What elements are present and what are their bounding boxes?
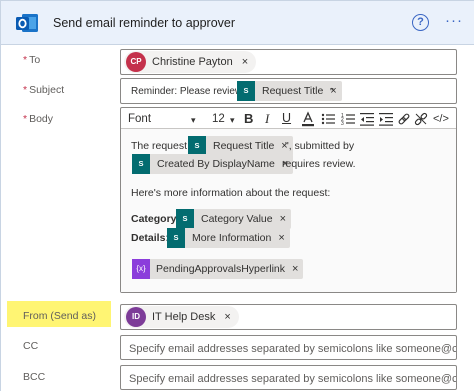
outlook-icon <box>16 14 38 32</box>
sharepoint-icon: S <box>188 136 206 156</box>
token-label: Request Title <box>262 85 324 97</box>
sender-name: IT Help Desk <box>152 311 216 323</box>
bold-button[interactable]: B <box>244 111 253 126</box>
required-mark: * <box>23 84 28 96</box>
action-title: Send email reminder to approver <box>53 16 236 30</box>
body-created-by-token[interactable]: S Created By DisplayName × <box>132 154 294 174</box>
subject-label: * Subject <box>23 84 64 96</box>
details-label-text: Details <box>131 232 166 244</box>
remove-token-icon[interactable]: × <box>292 263 298 275</box>
body-details-token[interactable]: S More Information × <box>167 228 290 248</box>
remove-recipient-icon[interactable]: × <box>242 56 248 68</box>
subject-prefix: Reminder: Please review " <box>131 86 249 97</box>
bcc-field[interactable]: Specify email addresses separated by sem… <box>120 365 457 390</box>
token-label: Request Title <box>213 140 275 152</box>
cc-label: CC <box>23 340 39 352</box>
required-mark: * <box>23 113 28 125</box>
token-label: Created By DisplayName <box>157 158 275 170</box>
increase-indent-icon[interactable] <box>379 112 393 126</box>
bcc-label: BCC <box>23 371 46 383</box>
body-line1-suffix: ", submitted by <box>285 140 355 152</box>
font-size-chevron-icon[interactable]: ▾ <box>230 115 235 126</box>
link-icon[interactable] <box>397 112 411 126</box>
remove-sender-icon[interactable]: × <box>224 311 230 323</box>
to-label: * To <box>23 54 40 66</box>
from-field[interactable]: ID IT Help Desk × <box>120 304 457 330</box>
expression-icon: {x} <box>132 259 150 279</box>
body-line1-prefix: The request " <box>131 140 194 152</box>
remove-token-icon[interactable]: × <box>280 213 286 225</box>
sharepoint-icon: S <box>132 154 150 174</box>
svg-text:3: 3 <box>341 121 344 126</box>
remove-token-icon[interactable]: × <box>278 232 284 244</box>
body-info-text: Here's more information about the reques… <box>131 187 331 199</box>
details-label: Details: <box>131 232 169 244</box>
underline-button[interactable]: U <box>282 111 291 125</box>
send-email-action-card: Send email reminder to approver ? ··· * T… <box>0 0 474 391</box>
avatar: CP <box>126 52 146 72</box>
sharepoint-icon: S <box>176 209 194 229</box>
body-hyperlink-token[interactable]: {x} PendingApprovalsHyperlink × <box>132 259 304 279</box>
subject-suffix: " <box>330 86 334 98</box>
cc-field[interactable]: Specify email addresses separated by sem… <box>120 335 457 360</box>
italic-button[interactable]: I <box>265 111 269 127</box>
cc-placeholder: Specify email addresses separated by sem… <box>129 343 457 355</box>
body-request-title-token[interactable]: S Request Title × <box>188 136 293 156</box>
body-label: * Body <box>23 113 53 125</box>
from-label: From (Send as) <box>23 310 96 322</box>
to-field[interactable]: CP Christine Payton × <box>120 49 457 75</box>
to-label-text: To <box>29 54 41 66</box>
body-line2-suffix: requires review. <box>282 158 356 170</box>
required-mark: * <box>23 54 28 66</box>
token-label: Category Value <box>201 213 273 225</box>
token-label: More Information <box>192 232 272 244</box>
bcc-placeholder: Specify email addresses separated by sem… <box>129 373 457 385</box>
recipient-name: Christine Payton <box>152 56 233 68</box>
unlink-icon[interactable] <box>414 112 428 126</box>
code-view-button[interactable]: </> <box>433 113 449 125</box>
token-label: PendingApprovalsHyperlink <box>156 263 285 275</box>
category-label: Category: <box>131 213 180 225</box>
question-circle-icon[interactable]: ? <box>412 14 429 31</box>
subject-label-text: Subject <box>29 84 65 96</box>
sharepoint-icon: S <box>167 228 185 248</box>
numbered-list-icon[interactable]: 1 2 3 <box>341 112 355 126</box>
avatar: ID <box>126 307 146 327</box>
ellipsis-icon[interactable]: ··· <box>445 12 463 29</box>
subject-field[interactable]: Reminder: Please review " S Request Titl… <box>120 78 457 104</box>
font-select[interactable]: Font <box>128 113 151 125</box>
body-label-text: Body <box>29 113 54 125</box>
sender-chip[interactable]: ID IT Help Desk × <box>124 306 239 328</box>
decrease-indent-icon[interactable] <box>360 112 374 126</box>
font-color-icon[interactable] <box>300 111 316 127</box>
font-dropdown-chevron-icon[interactable]: ▾ <box>191 115 196 126</box>
action-header[interactable]: Send email reminder to approver ? ··· <box>1 1 474 45</box>
sharepoint-icon: S <box>237 81 255 101</box>
body-category-token[interactable]: S Category Value × <box>176 209 292 229</box>
category-label-text: Category <box>131 213 177 225</box>
recipient-chip[interactable]: CP Christine Payton × <box>124 51 257 73</box>
bulleted-list-icon[interactable] <box>321 112 335 126</box>
subject-request-title-token[interactable]: S Request Title × <box>237 81 342 101</box>
font-size-select[interactable]: 12 <box>212 113 225 125</box>
